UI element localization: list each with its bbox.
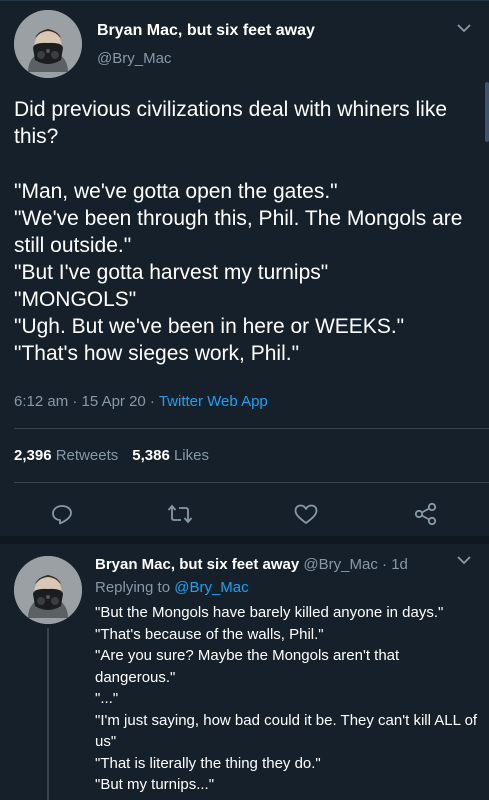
reply-text-line: "Are you sure? Maybe the Mongols aren't …: [95, 647, 400, 686]
reply-icon: [52, 505, 72, 525]
meta-separator: ·: [377, 556, 392, 573]
tweet-source-link[interactable]: Twitter Web App: [159, 393, 268, 410]
heart-icon: [294, 504, 318, 524]
retweet-button[interactable]: [166, 500, 194, 528]
tweet-body: Did previous civilizations deal with whi…: [14, 96, 478, 367]
chevron-down-icon[interactable]: [456, 20, 472, 38]
tweet-text-line: "Man, we've gotta open the gates.": [14, 180, 338, 203]
tweet-text-line: "MONGOLS": [14, 288, 137, 311]
retweet-icon: [167, 504, 193, 524]
divider: [14, 482, 489, 483]
section-separator: [0, 536, 489, 544]
tweet-text-line: "Ugh. But we've been in here or WEEKS.": [14, 315, 405, 338]
engagement-stats: 2,396 Retweets 5,386 Likes: [14, 447, 209, 464]
author-handle[interactable]: @Bry_Mac: [97, 50, 171, 67]
replying-to: Replying to @Bry_Mac: [95, 579, 249, 596]
replying-handle-link[interactable]: @Bry_Mac: [174, 579, 248, 596]
share-icon: [414, 502, 437, 526]
reply-text-line: "That is literally the thing they do.": [95, 754, 321, 772]
tweet-meta: 6:12 am · 15 Apr 20 · Twitter Web App: [14, 393, 268, 410]
likes-stat[interactable]: 5,386 Likes: [132, 447, 209, 464]
retweet-count: 2,396: [14, 447, 52, 464]
masked-face-avatar-icon: [14, 556, 82, 624]
reply-text-line: "I'm just saying, how bad could it be. T…: [95, 711, 478, 751]
chevron-down-icon[interactable]: [456, 552, 472, 570]
retweets-stat[interactable]: 2,396 Retweets: [14, 447, 118, 464]
retweet-label: Retweets: [55, 447, 119, 464]
avatar[interactable]: [14, 556, 82, 624]
reply-header: Bryan Mac, but six feet away @Bry_Mac · …: [95, 556, 408, 573]
reply-text-line: "...": [95, 690, 119, 707]
meta-separator: ·: [145, 393, 159, 410]
reply-body: "But the Mongols have barely killed anyo…: [95, 602, 479, 796]
reply-age[interactable]: 1d: [391, 556, 408, 573]
like-label: Likes: [173, 447, 209, 464]
replying-prefix: Replying to: [95, 579, 175, 596]
meta-separator: ·: [68, 393, 82, 410]
scroll-indicator[interactable]: [485, 82, 489, 142]
thread-line: [47, 628, 49, 800]
author-name[interactable]: Bryan Mac, but six feet away: [97, 22, 315, 40]
like-count: 5,386: [132, 447, 170, 464]
reply-text-line: "But my turnips...": [95, 776, 215, 793]
tweet-text-line: "That's how sieges work, Phil.": [14, 342, 300, 365]
reply-author-name[interactable]: Bryan Mac, but six feet away: [95, 556, 299, 573]
top-divider: [0, 0, 489, 1]
reply-text-line: "That's because of the walls, Phil.": [95, 625, 324, 643]
tweet-time[interactable]: 6:12 am: [14, 393, 68, 410]
reply-text-line: "But the Mongols have barely killed anyo…: [95, 604, 444, 621]
tweet-text-line: "But I've gotta harvest my turnips": [14, 261, 329, 284]
reply-author-handle[interactable]: @Bry_Mac: [303, 556, 377, 573]
tweet-text-line: Did previous civilizations deal with whi…: [14, 98, 448, 148]
divider: [14, 428, 489, 429]
reply-button[interactable]: [48, 500, 76, 528]
tweet-text-line: "We've been through this, Phil. The Mong…: [14, 207, 463, 257]
like-button[interactable]: [292, 500, 320, 528]
tweet-date[interactable]: 15 Apr 20: [82, 393, 146, 410]
avatar[interactable]: [14, 10, 82, 78]
masked-face-avatar-icon: [14, 10, 82, 78]
share-button[interactable]: [412, 500, 440, 528]
